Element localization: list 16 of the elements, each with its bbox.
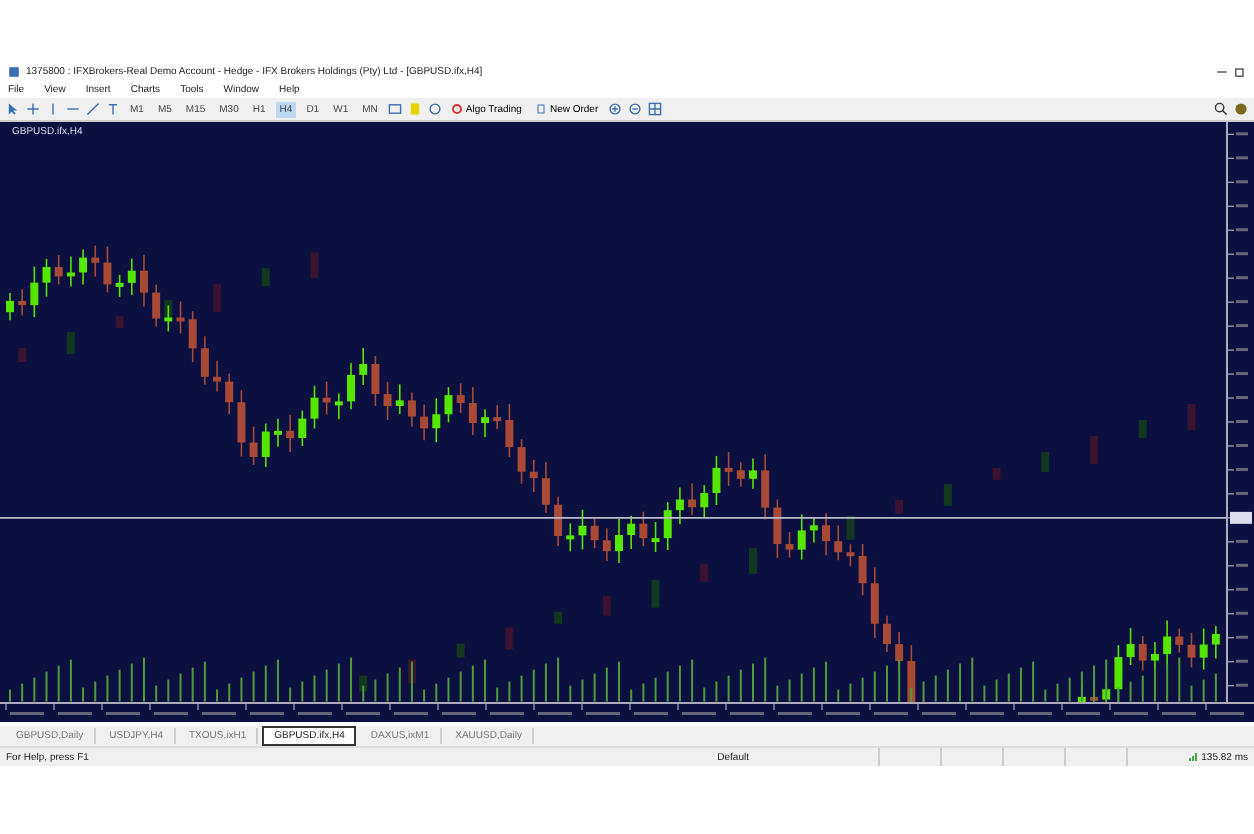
search-icon[interactable]	[1214, 102, 1228, 116]
document-icon	[535, 104, 546, 114]
cursor-icon[interactable]	[6, 102, 20, 116]
minimize-icon[interactable]	[1216, 65, 1228, 77]
crosshair-icon[interactable]	[26, 102, 40, 116]
circle-icon	[451, 104, 462, 114]
text-icon[interactable]	[106, 102, 120, 116]
trendline-icon[interactable]	[86, 102, 100, 116]
restore-icon[interactable]	[1234, 65, 1246, 77]
zoom-out-icon[interactable]	[628, 102, 643, 116]
zoom-in-icon[interactable]	[608, 102, 623, 116]
connection-icon	[1187, 752, 1198, 762]
app-logo-icon	[8, 65, 20, 77]
vertical-line-icon[interactable]	[46, 102, 60, 116]
horizontal-line-icon[interactable]	[66, 102, 80, 116]
grid-icon[interactable]	[648, 102, 663, 116]
